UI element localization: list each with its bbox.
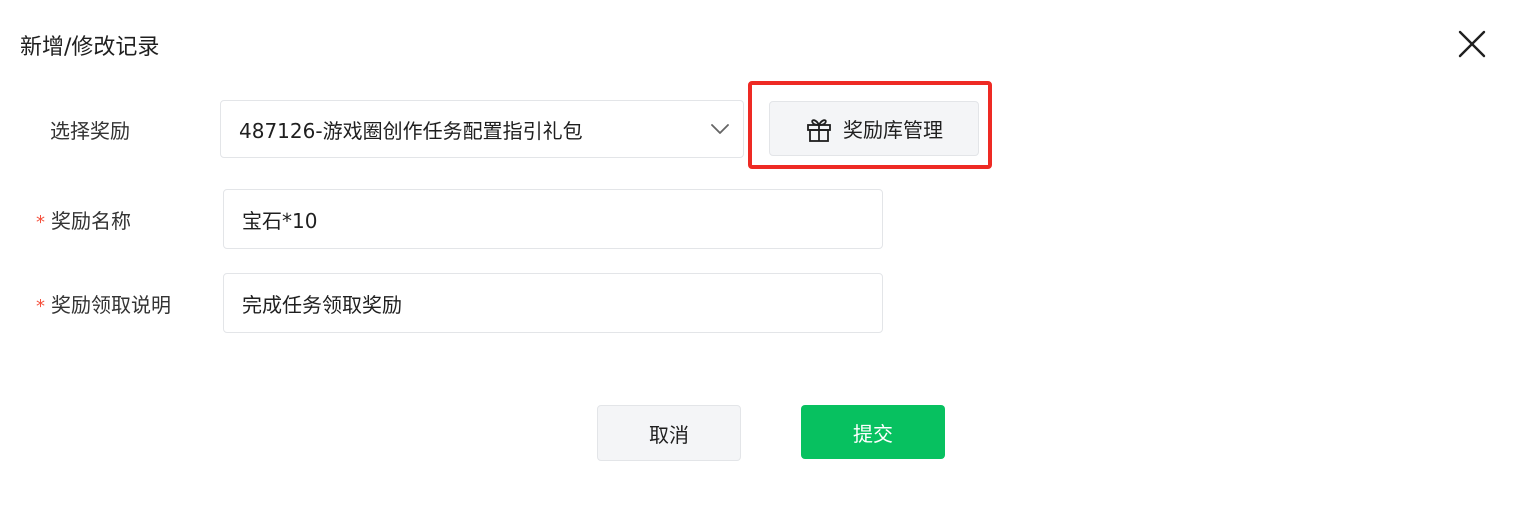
close-button[interactable] <box>1452 24 1492 64</box>
select-reward-label: 选择奖励 <box>50 119 130 143</box>
cancel-button-label: 取消 <box>649 422 689 447</box>
reward-claim-desc-label-text: 奖励领取说明 <box>51 293 171 317</box>
close-icon <box>1458 30 1486 58</box>
cancel-button[interactable]: 取消 <box>597 405 741 461</box>
required-mark: * <box>36 296 45 317</box>
reward-select[interactable]: 487126-游戏圈创作任务配置指引礼包 <box>220 100 744 158</box>
submit-button[interactable]: 提交 <box>801 405 945 459</box>
reward-select-value: 487126-游戏圈创作任务配置指引礼包 <box>239 118 583 143</box>
reward-name-label-text: 奖励名称 <box>51 209 131 233</box>
edit-record-dialog: 新增/修改记录 选择奖励 487126-游戏圈创作任务配置指引礼包 奖励库管理 … <box>0 0 1528 517</box>
dialog-title: 新增/修改记录 <box>20 35 160 60</box>
reward-name-label: * 奖励名称 <box>36 206 131 238</box>
reward-name-input[interactable]: 宝石*10 <box>223 189 883 249</box>
reward-library-button[interactable]: 奖励库管理 <box>769 101 979 156</box>
reward-name-input-value: 宝石*10 <box>242 208 318 233</box>
reward-claim-desc-label: * 奖励领取说明 <box>36 290 171 322</box>
gift-icon <box>807 118 831 142</box>
reward-library-button-label: 奖励库管理 <box>843 118 943 142</box>
reward-claim-desc-input-value: 完成任务领取奖励 <box>242 292 402 317</box>
reward-claim-desc-input[interactable]: 完成任务领取奖励 <box>223 273 883 333</box>
chevron-down-icon <box>711 124 729 134</box>
required-mark: * <box>36 212 45 233</box>
submit-button-label: 提交 <box>853 421 893 446</box>
